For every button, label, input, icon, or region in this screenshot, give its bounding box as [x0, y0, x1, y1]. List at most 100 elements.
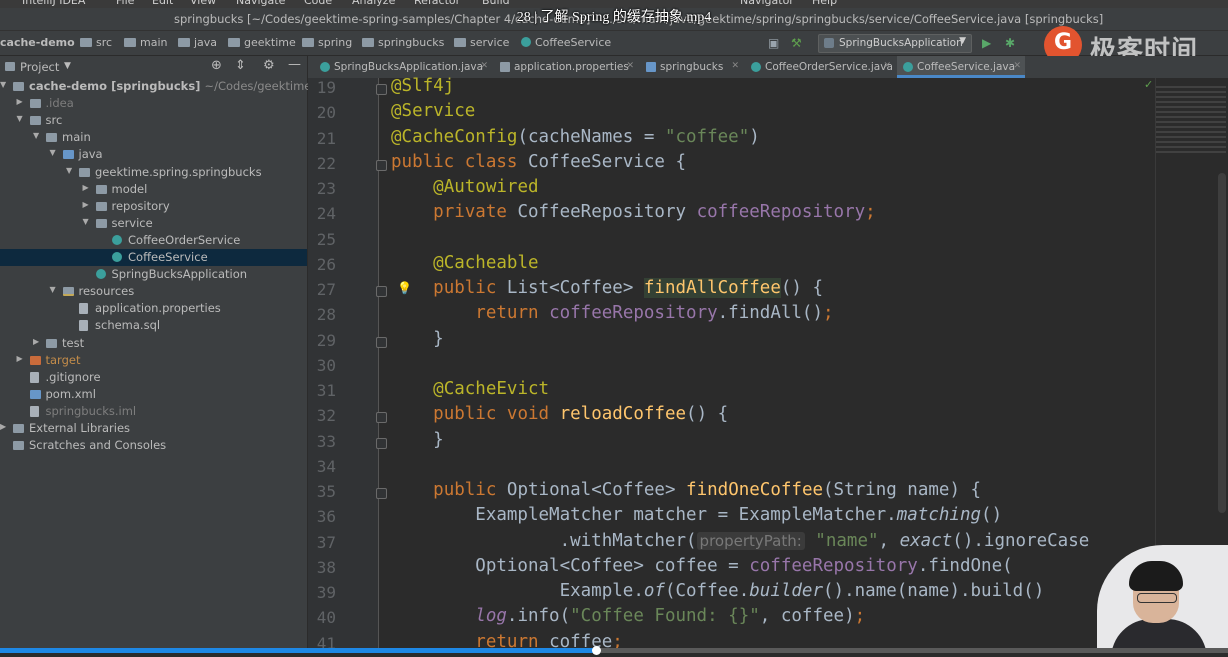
chevron-down-icon[interactable]: ▼ [64, 61, 71, 71]
line-number: 38 [316, 557, 336, 577]
chevron-down-icon[interactable]: ▼ [50, 148, 56, 157]
tab-0[interactable]: SpringBucksApplication.java ✕ [314, 56, 492, 78]
collapse-all-icon[interactable]: ⇕ [235, 58, 246, 73]
presenter-glasses [1137, 593, 1177, 603]
chevron-down-icon[interactable]: ▼ [33, 131, 39, 140]
chevron-right-icon[interactable]: ▶ [17, 354, 23, 363]
tree-item[interactable]: application.properties [0, 300, 307, 317]
tree-item[interactable]: ▶ External Libraries [0, 420, 307, 437]
tree-item[interactable]: ▶ target [0, 352, 307, 369]
tab-1[interactable]: application.properties ✕ [494, 56, 638, 78]
run-config-select[interactable]: SpringBucksApplication ▼ [818, 34, 972, 53]
close-icon[interactable]: ✕ [1013, 61, 1021, 71]
fold-marker-icon[interactable] [376, 84, 387, 95]
chevron-right-icon[interactable]: ▶ [17, 97, 23, 106]
tree-item[interactable]: ▼ cache-demo [springbucks] ~/Codes/geektime… [0, 78, 329, 95]
tree-item[interactable]: ▼ service [0, 215, 307, 232]
tab-4[interactable]: CoffeeService.java ✕ [897, 56, 1025, 78]
code-token: ().name(name).build() [823, 581, 1045, 601]
breadcrumb-0[interactable]: cache-demo [0, 36, 75, 49]
tree-item[interactable]: SpringBucksApplication [0, 266, 307, 283]
chevron-down-icon[interactable]: ▼ [17, 114, 23, 123]
fold-marker-icon[interactable] [376, 336, 387, 348]
chevron-down-icon[interactable]: ▼ [50, 285, 56, 294]
tree-item[interactable]: CoffeeOrderService [0, 232, 307, 249]
video-progress-knob[interactable] [591, 646, 601, 655]
fold-marker-icon[interactable] [376, 159, 387, 171]
tree-item[interactable]: ▶ model [0, 181, 307, 198]
chevron-right-icon[interactable]: ▶ [0, 422, 6, 431]
tree-item-name: repository [111, 198, 170, 213]
breadcrumb-2[interactable]: main [124, 36, 167, 49]
tree-item[interactable]: schema.sql [0, 317, 307, 334]
tree-item[interactable]: ▼ geektime.spring.springbucks [0, 164, 307, 181]
editor-scrollbar[interactable] [1218, 173, 1226, 513]
tree-item[interactable]: Scratches and Consoles [0, 437, 307, 454]
tree-item[interactable]: ▼ src [0, 112, 307, 129]
code-line: public List<Coffee> findAllCoffee() { [391, 278, 823, 303]
locate-icon[interactable]: ⊕ [211, 58, 222, 73]
tree-item[interactable]: ▼ java [0, 146, 307, 163]
tab-3[interactable]: CoffeeOrderService.java ✕ [745, 56, 895, 78]
line-number: 26 [316, 254, 336, 274]
code-line: Example.of(Coffee.builder().name(name).b… [391, 581, 1045, 606]
chevron-right-icon[interactable]: ▶ [83, 183, 89, 192]
code-token: public [433, 480, 507, 500]
line-number: 32 [316, 406, 336, 426]
project-panel-title[interactable]: Project [20, 60, 59, 74]
debug-icon[interactable]: ✱ [1005, 36, 1015, 50]
folder-icon [79, 167, 90, 177]
tab-2[interactable]: springbucks ✕ [640, 56, 743, 78]
code-token: of [643, 581, 665, 601]
video-progress-fill [0, 648, 596, 653]
chevron-down-icon[interactable]: ▼ [66, 166, 72, 175]
line-number: 40 [316, 608, 336, 628]
breadcrumb-3[interactable]: java [178, 36, 217, 49]
tree-item[interactable]: ▼ main [0, 129, 307, 146]
tree-item[interactable]: pom.xml [0, 386, 307, 403]
tree-item[interactable]: .gitignore [0, 369, 307, 386]
tree-item-name: main [62, 130, 91, 145]
folder-icon [454, 38, 466, 47]
close-icon[interactable]: ✕ [883, 61, 891, 71]
fold-marker-icon[interactable] [376, 437, 387, 449]
breadcrumb-7[interactable]: service [454, 36, 509, 49]
chevron-down-icon[interactable]: ▼ [0, 80, 6, 89]
fold-marker-icon[interactable] [376, 412, 387, 424]
breadcrumb-5[interactable]: spring [302, 36, 352, 49]
line-number: 24 [316, 204, 336, 224]
code-token: "Coffee Found: {}" [570, 606, 760, 627]
close-icon[interactable]: ✕ [731, 61, 739, 71]
breadcrumb-1[interactable]: src [80, 36, 112, 49]
tree-item[interactable]: ▶ repository [0, 198, 307, 215]
tree-item[interactable]: springbucks.iml [0, 403, 307, 420]
hide-panel-icon[interactable]: — [288, 57, 301, 72]
lightbulb-icon[interactable]: 💡 [397, 281, 412, 295]
breadcrumb-6[interactable]: springbucks [362, 36, 444, 49]
code-line: } [391, 329, 444, 354]
tree-item[interactable]: ▶ .idea [0, 95, 307, 112]
tab-label: application.properties [514, 61, 629, 73]
close-icon[interactable]: ✕ [626, 61, 634, 71]
breadcrumb-4[interactable]: geektime [228, 36, 296, 49]
build-hammer-icon[interactable]: ▣ [768, 36, 779, 50]
run-icon[interactable]: ▶ [982, 36, 991, 50]
code-token: @Service [391, 101, 476, 122]
close-icon[interactable]: ✕ [480, 61, 488, 71]
chevron-right-icon[interactable]: ▶ [83, 200, 89, 209]
breadcrumb-8[interactable]: CoffeeService [521, 36, 611, 49]
chevron-right-icon[interactable]: ▶ [33, 337, 39, 346]
video-progress-bar[interactable] [0, 646, 1228, 655]
line-number: 36 [316, 507, 336, 527]
fold-marker-icon[interactable] [376, 286, 387, 297]
mod-icon [29, 389, 41, 399]
tree-item[interactable]: ▼ resources [0, 283, 307, 300]
tree-item[interactable]: ▶ test [0, 335, 307, 352]
chevron-down-icon[interactable]: ▼ [83, 217, 89, 226]
tree-item[interactable]: CoffeeService [0, 249, 307, 266]
src-icon [62, 150, 74, 160]
hammer-icon[interactable]: ⚒ [791, 36, 802, 50]
fold-marker-icon[interactable] [376, 488, 387, 499]
gear-icon[interactable]: ⚙ [263, 58, 275, 73]
